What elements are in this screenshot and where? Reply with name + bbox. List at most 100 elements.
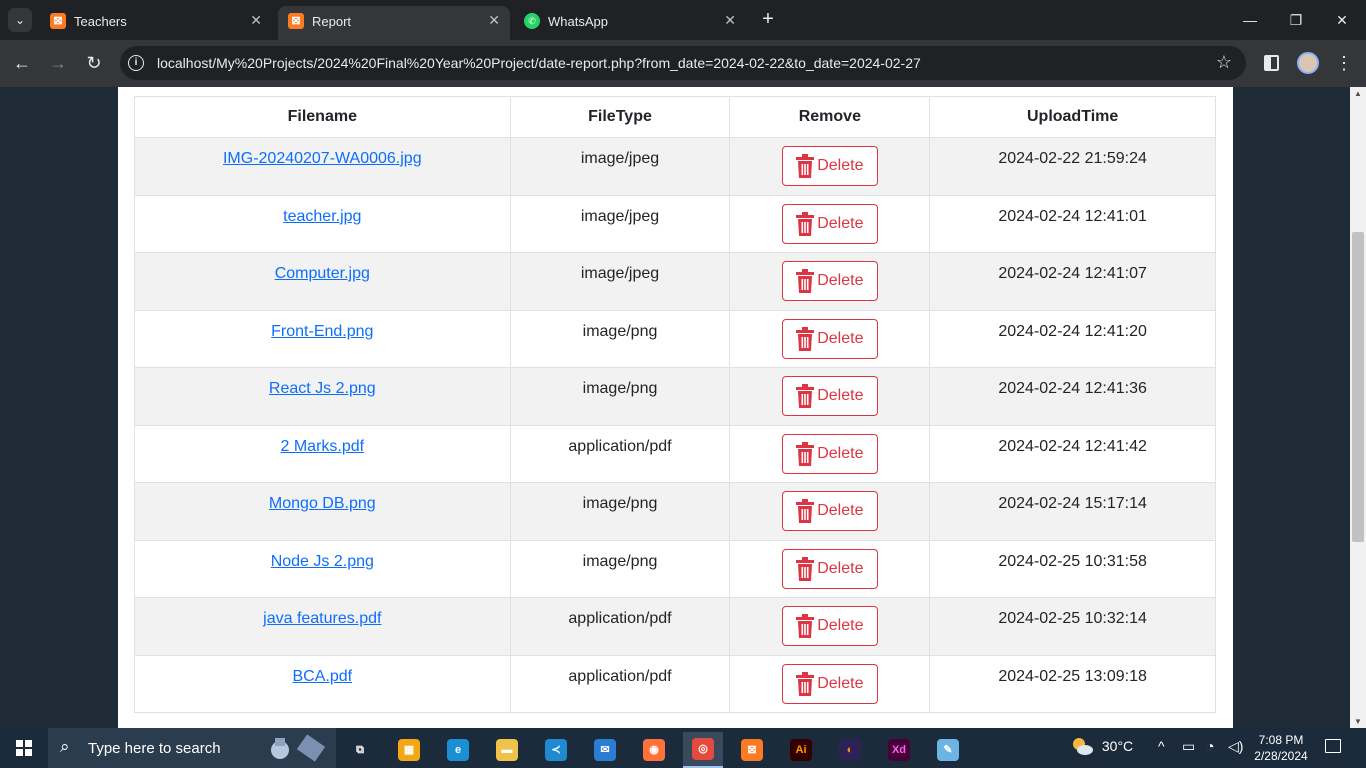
windows-start-icon[interactable] [16,740,32,756]
table-row: BCA.pdf application/pdf Delete 2024-02-25 1… [134,654,1216,713]
profile-avatar[interactable] [1297,52,1319,74]
taskbar-app-illustrator[interactable]: Ai [781,732,821,768]
close-window-button[interactable]: ✕ [1330,8,1354,32]
table-row: Front-End.png image/png Delete 2024-02-24 1… [134,309,1216,368]
scroll-up-icon[interactable]: ▲ [1354,89,1362,98]
back-button[interactable]: ← [10,51,34,75]
weather-temperature: 30°C [1101,738,1134,754]
uploadtime-cell: 2024-02-25 10:32:14 [929,597,1216,656]
scrollbar-thumb[interactable] [1352,232,1364,542]
tab-whatsapp[interactable]: ✆ WhatsApp ✕ [514,6,746,40]
reload-button[interactable]: ↻ [82,51,106,75]
taskbar-app-eclipse[interactable]: ◐ [830,732,870,768]
trash-icon [796,499,815,523]
side-panel-icon[interactable] [1264,55,1279,71]
delete-button[interactable]: Delete [781,203,878,244]
uploadtime-cell: 2024-02-25 13:09:18 [929,654,1216,713]
search-highlight-icon [271,734,326,762]
taskbar-app-notepad[interactable]: ✎ [928,732,968,768]
delete-button[interactable]: Delete [781,146,878,186]
file-link[interactable]: Node Js 2.png [271,553,374,570]
trash-icon [796,614,815,638]
taskbar-app-edge[interactable]: e [438,732,478,768]
minimize-button[interactable]: — [1238,8,1262,32]
wifi-icon[interactable]: ◔ [1206,738,1214,754]
uploadtime-cell: 2024-02-24 15:17:14 [929,482,1216,541]
filetype-cell: image/png [509,309,731,368]
scroll-down-icon[interactable]: ▼ [1354,717,1362,726]
restore-button[interactable]: ❐ [1284,8,1308,32]
delete-button[interactable]: Delete [781,606,878,646]
url-text[interactable]: localhost/My%20Projects/2024%20Final%20Y… [157,55,921,71]
volume-icon[interactable]: ◁) [1228,738,1243,755]
delete-label: Delete [817,444,864,462]
uploadtime-cell: 2024-02-24 12:41:36 [929,367,1216,426]
tab-teachers[interactable]: ⊠ Teachers ✕ [40,6,272,40]
file-link[interactable]: java features.pdf [263,610,381,627]
delete-button[interactable]: Delete [781,663,878,704]
file-link[interactable]: IMG-20240207-WA0006.jpg [223,150,422,167]
uploadtime-cell: 2024-02-25 10:31:58 [929,539,1216,598]
taskbar-app-firefox[interactable]: ◉ [634,732,674,768]
close-icon[interactable]: ✕ [724,12,736,29]
file-link[interactable]: React Js 2.png [269,380,376,397]
filename-cell: java features.pdf [134,597,511,656]
remove-cell: Delete [729,137,931,196]
taskbar-app-task-view[interactable]: ⧉ [340,732,380,768]
file-link[interactable]: 2 Marks.pdf [281,438,365,455]
file-link[interactable]: BCA.pdf [293,668,353,685]
column-header-filetype: FileType [509,96,731,138]
xampp-icon: ⊠ [741,739,763,761]
forward-button[interactable]: → [46,51,70,75]
site-info-icon[interactable]: i [128,55,144,71]
filename-cell: teacher.jpg [134,194,511,253]
delete-button[interactable]: Delete [781,261,878,301]
delete-label: Delete [817,387,864,404]
new-tab-button[interactable]: + [756,8,780,32]
delete-button[interactable]: Delete [781,491,878,531]
taskbar-app-file-explorer[interactable]: ▬ [487,732,527,768]
mail-icon: ✉ [594,739,616,761]
remove-cell: Delete [729,424,931,483]
chevron-up-icon[interactable]: ^ [1158,738,1165,754]
delete-button[interactable]: Delete [781,318,878,359]
notification-icon[interactable] [1325,739,1341,753]
taskbar-app-chrome[interactable]: ◎ [683,732,723,768]
vertical-scrollbar[interactable]: ▲ ▼ [1350,87,1366,728]
table-row: Mongo DB.png image/png Delete 2024-02-24 15… [134,482,1216,541]
delete-label: Delete [817,674,864,692]
table-row: teacher.jpg image/jpeg Delete 2024-02-24 12… [134,194,1216,253]
partly-cloudy-icon [1073,738,1093,755]
remove-cell: Delete [729,654,931,713]
system-clock[interactable]: 7:08 PM 2/28/2024 [1248,732,1314,764]
tab-search-button[interactable]: ⌄ [8,8,32,32]
taskbar-app-xd[interactable]: Xd [879,732,919,768]
battery-icon[interactable]: ▭ [1182,738,1195,755]
bookmark-star-icon[interactable]: ☆ [1216,52,1232,73]
file-link[interactable]: Front-End.png [271,323,373,340]
menu-kebab-icon[interactable]: ⋮ [1334,51,1354,75]
tab-report[interactable]: ⊠ Report ✕ [278,6,510,40]
filetype-cell: application/pdf [509,424,731,483]
taskbar-search-box[interactable]: ⌕ Type here to search [48,728,336,768]
table-header-row: Filename FileType Remove UploadTime [134,96,1216,138]
taskbar-app-vscode[interactable]: ≺ [536,732,576,768]
taskbar-app-microsoft-store[interactable]: ▦ [389,732,429,768]
taskbar-app-xampp[interactable]: ⊠ [732,732,772,768]
taskbar-app-mail[interactable]: ✉ [585,732,625,768]
close-icon[interactable]: ✕ [488,12,500,29]
filename-cell: React Js 2.png [134,367,511,426]
filetype-cell: image/png [509,539,731,598]
delete-label: Delete [817,502,864,519]
file-link[interactable]: teacher.jpg [283,208,361,225]
address-bar[interactable]: i localhost/My%20Projects/2024%20Final%2… [120,46,1246,80]
delete-label: Delete [817,617,864,634]
delete-button[interactable]: Delete [781,548,878,589]
delete-label: Delete [817,157,864,174]
file-link[interactable]: Computer.jpg [275,265,370,282]
weather-widget[interactable]: 30°C [1070,736,1133,760]
close-icon[interactable]: ✕ [250,12,262,29]
delete-button[interactable]: Delete [781,433,878,474]
delete-button[interactable]: Delete [781,376,878,416]
file-link[interactable]: Mongo DB.png [269,495,376,512]
